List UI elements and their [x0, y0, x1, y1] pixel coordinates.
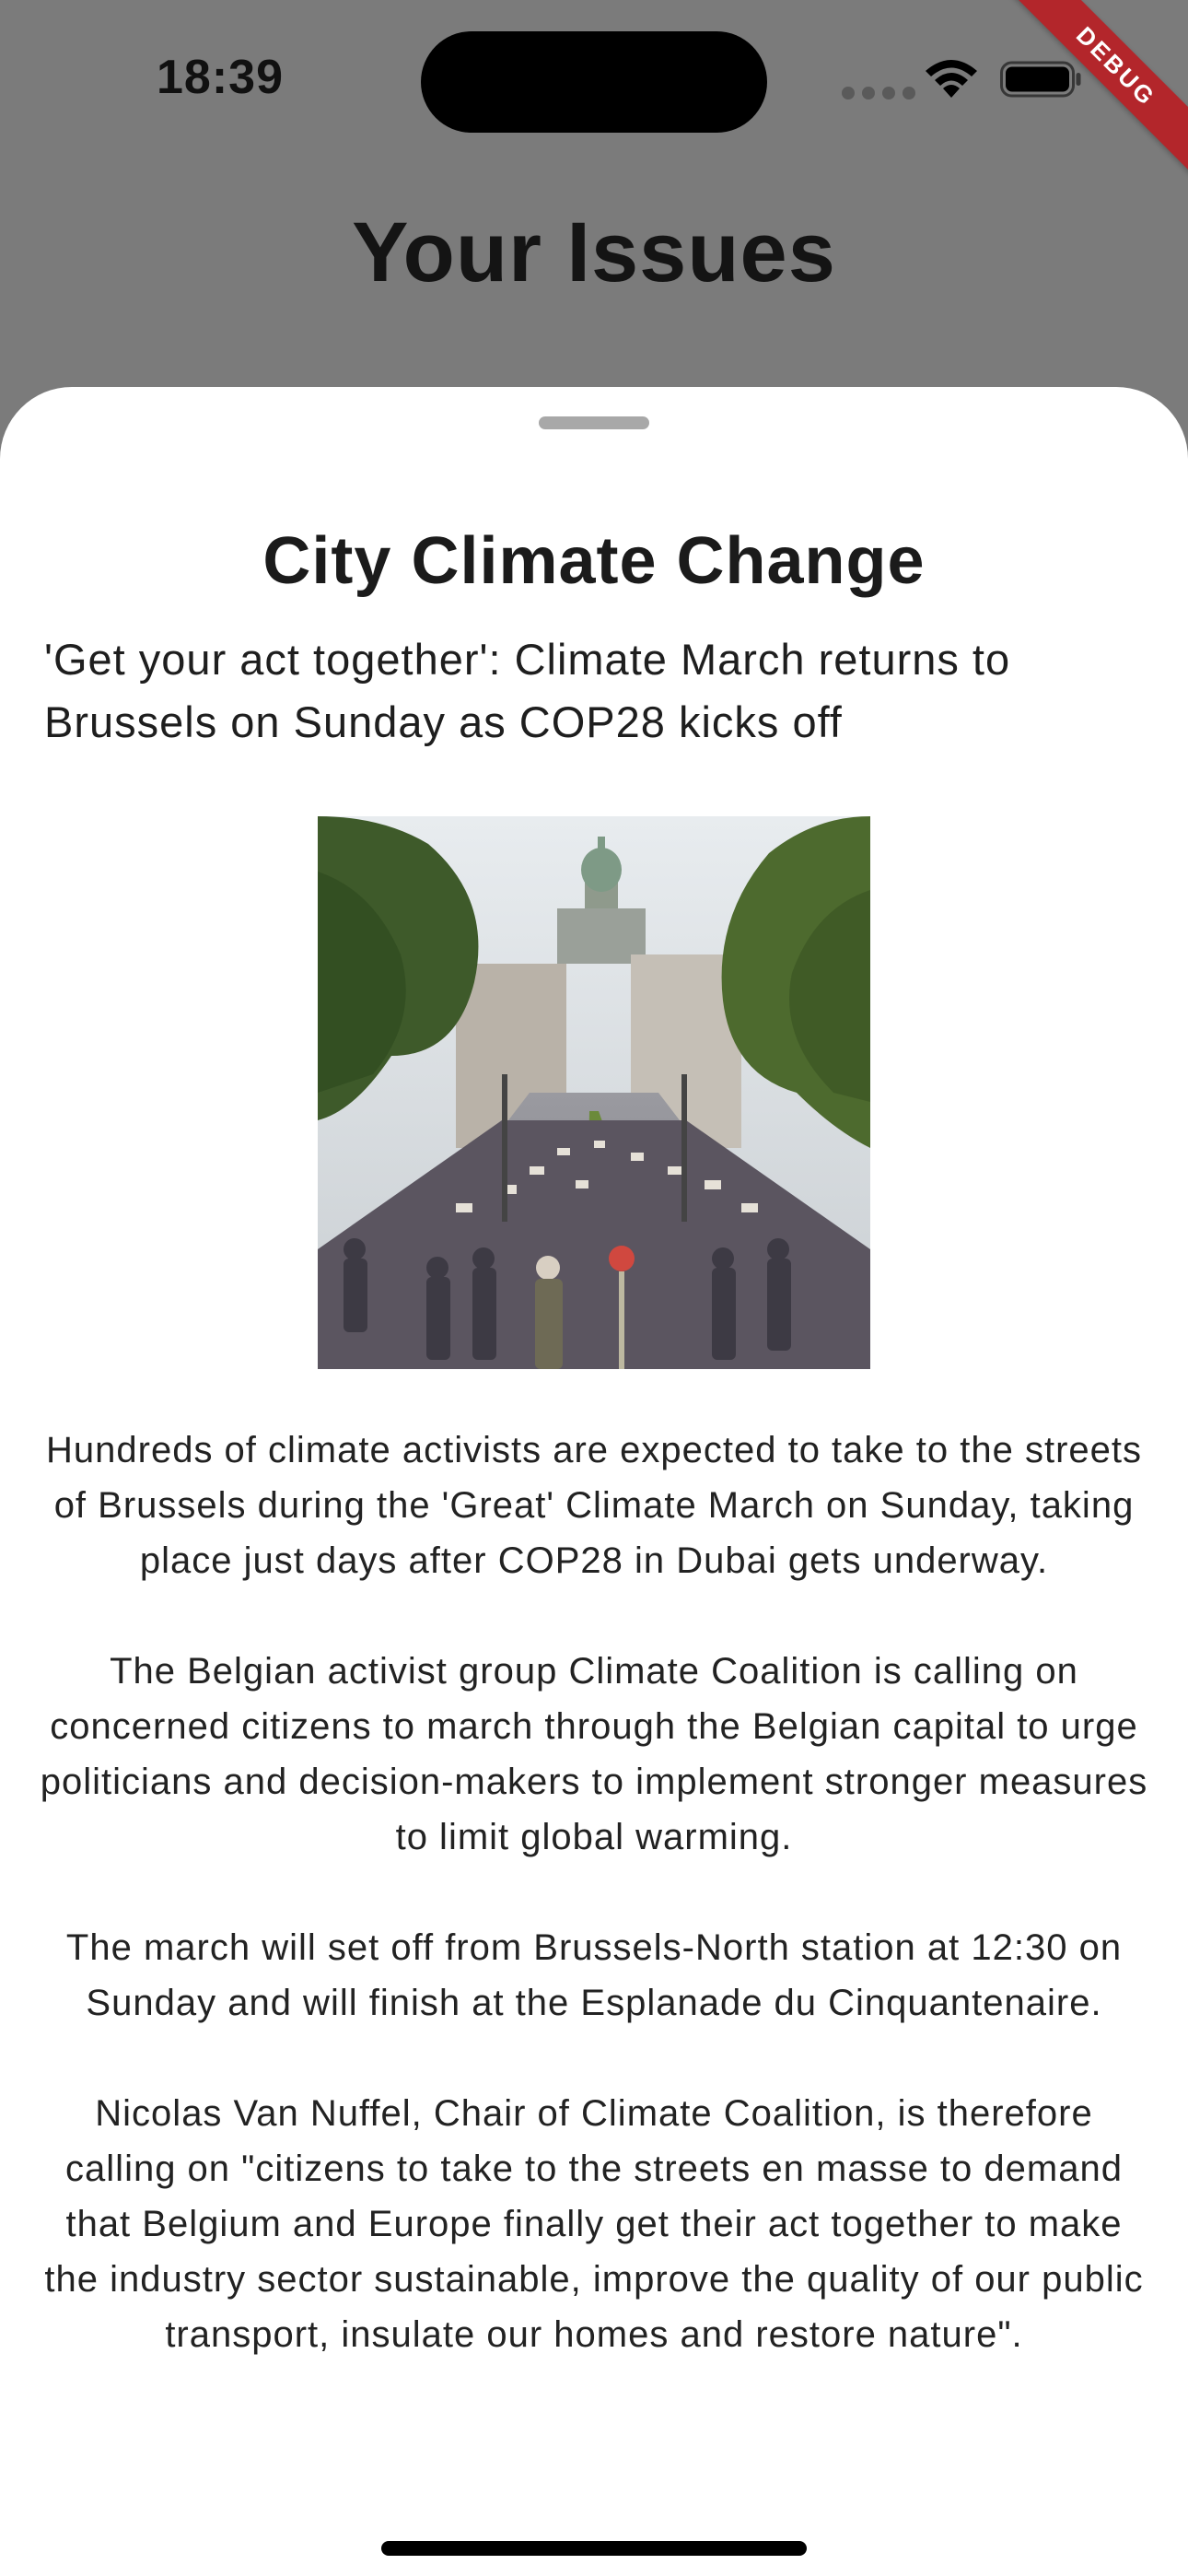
page-title: Your Issues — [352, 205, 836, 299]
climate-march-photo — [318, 816, 870, 1369]
dynamic-island — [421, 31, 767, 133]
article-paragraph: Hundreds of climate activists are expect… — [46, 1430, 1142, 1581]
app-screen: 18:39 DEBUG Your Issues City Climate Cha… — [0, 0, 1188, 2576]
bottom-sheet[interactable]: City Climate Change 'Get your act togeth… — [0, 387, 1188, 2576]
article-image — [318, 816, 870, 1369]
status-bar: 18:39 — [0, 0, 1188, 157]
article-headline: 'Get your act together': Climate March r… — [44, 635, 1011, 746]
sheet-title: City Climate Change — [262, 524, 926, 598]
article-paragraph: Nicolas Van Nuffel, Chair of Climate Coa… — [44, 2093, 1144, 2355]
sheet-drag-handle[interactable] — [539, 416, 649, 429]
article-paragraph: The march will set off from Brussels-Nor… — [65, 1927, 1123, 2023]
article-body: Hundreds of climate activists are expect… — [37, 1423, 1151, 2418]
cellular-dots-icon — [842, 87, 915, 100]
wifi-icon — [926, 60, 977, 98]
home-indicator[interactable] — [381, 2541, 807, 2556]
article-paragraph: The Belgian activist group Climate Coali… — [40, 1651, 1148, 1857]
battery-icon — [1000, 61, 1081, 98]
status-time: 18:39 — [157, 51, 284, 104]
